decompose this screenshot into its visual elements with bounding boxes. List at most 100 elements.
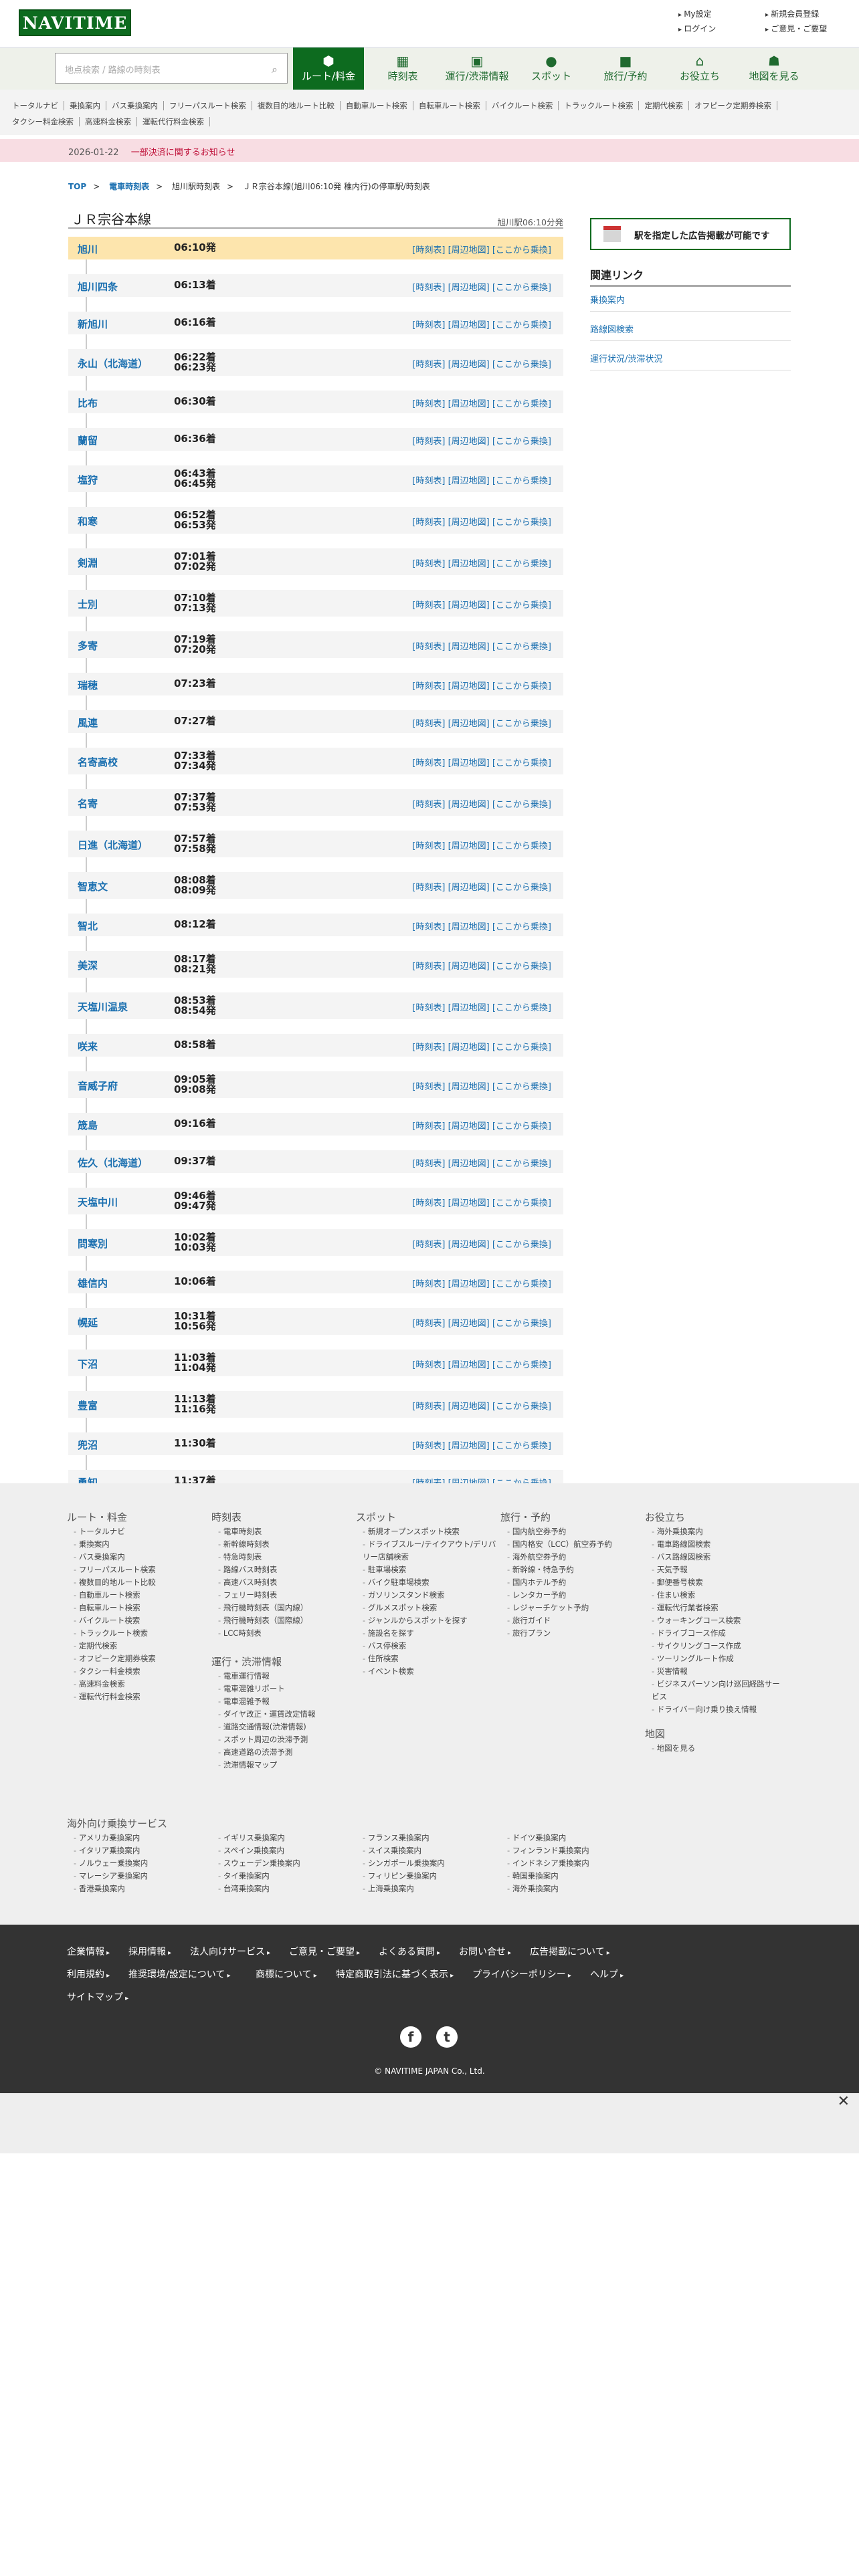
related-link-operation[interactable]: 運行状況/渋滞状況	[590, 352, 791, 370]
footer-link[interactable]: 電車運行情報	[211, 1670, 352, 1683]
footer-link[interactable]: 郵便番号検索	[645, 1576, 785, 1589]
station-name-link[interactable]: 天塩川温泉	[78, 1000, 128, 1014]
station-links[interactable]: [時刻表] [周辺地図] [ここから乗換]	[412, 1156, 551, 1169]
footer-link[interactable]: バイク駐車場検索	[356, 1576, 496, 1589]
footer-nav-link[interactable]: 法人向けサービス	[190, 1945, 270, 1958]
sub-nav-item[interactable]: 高速料金検索	[80, 117, 137, 126]
station-name-link[interactable]: 幌延	[78, 1315, 98, 1329]
footer-link[interactable]: 乗換案内	[67, 1538, 207, 1551]
footer-link[interactable]: ジャンルからスポットを探す	[356, 1614, 496, 1627]
footer-nav-link[interactable]: 特定商取引法に基づく表示	[336, 1967, 454, 1981]
station-name-link[interactable]: 士別	[78, 597, 98, 611]
footer-overseas-link[interactable]: 韓国乗換案内	[507, 1870, 559, 1881]
station-name-link[interactable]: 兜沼	[78, 1438, 98, 1452]
footer-link[interactable]: 施設名を探す	[356, 1627, 496, 1640]
footer-link[interactable]: 新規オープンスポット検索	[356, 1525, 496, 1538]
footer-overseas-link[interactable]: シンガポール乗換案内	[363, 1858, 445, 1868]
footer-overseas-link[interactable]: イギリス乗換案内	[218, 1832, 285, 1843]
footer-overseas-link[interactable]: フィリピン乗換案内	[363, 1870, 437, 1881]
footer-link[interactable]: 災害情報	[645, 1665, 785, 1678]
footer-nav-link[interactable]: よくある質問	[379, 1945, 440, 1958]
sub-nav-item[interactable]: 複数目的地ルート比較	[252, 101, 341, 110]
footer-nav-link[interactable]: 広告掲載について	[530, 1945, 610, 1958]
footer-link[interactable]: ビジネスパーソン向け巡回経路サービス	[645, 1678, 785, 1703]
footer-nav-link[interactable]: プライバシーポリシー	[472, 1967, 571, 1981]
station-name-link[interactable]: 咲来	[78, 1039, 98, 1053]
nav-operation-info[interactable]: ▣ 運行/渋滞情報	[442, 47, 512, 90]
footer-link[interactable]: 国内航空券予約	[500, 1525, 641, 1538]
station-links[interactable]: [時刻表] [周辺地図] [ここから乗換]	[412, 473, 551, 486]
footer-overseas-link[interactable]: 香港乗換案内	[74, 1883, 125, 1894]
footer-link[interactable]: バス停検索	[356, 1640, 496, 1652]
station-name-link[interactable]: 新旭川	[78, 317, 108, 331]
station-name-link[interactable]: 名寄高校	[78, 755, 118, 769]
station-links[interactable]: [時刻表] [周辺地図] [ここから乗換]	[412, 280, 551, 293]
station-name-link[interactable]: 比布	[78, 396, 98, 410]
my-settings-link[interactable]: My設定	[678, 8, 711, 19]
footer-link[interactable]: 特急時刻表	[211, 1551, 352, 1564]
station-links[interactable]: [時刻表] [周辺地図] [ここから乗換]	[412, 1079, 551, 1092]
nav-spot[interactable]: ● スポット	[516, 47, 587, 90]
station-links[interactable]: [時刻表] [周辺地図] [ここから乗換]	[412, 1358, 551, 1370]
footer-link[interactable]: グルメスポット検索	[356, 1602, 496, 1614]
footer-link[interactable]: 運転代行料金検索	[67, 1691, 207, 1703]
footer-link[interactable]: 飛行機時刻表（国際線）	[211, 1614, 352, 1627]
footer-link[interactable]: 地図を見る	[645, 1742, 785, 1755]
footer-link[interactable]: ドライバー向け乗り換え情報	[645, 1703, 785, 1716]
footer-link[interactable]: 高速料金検索	[67, 1678, 207, 1691]
station-links[interactable]: [時刻表] [周辺地図] [ここから乗換]	[412, 797, 551, 810]
sub-nav-item[interactable]: フリーパスルート検索	[164, 101, 252, 110]
sub-nav-item[interactable]: 自転車ルート検索	[413, 101, 486, 110]
breadcrumb-timetable[interactable]: 電車時刻表	[109, 182, 149, 191]
footer-link[interactable]: 飛行機時刻表（国内線）	[211, 1602, 352, 1614]
close-icon[interactable]: ✕	[838, 2093, 850, 2110]
footer-link[interactable]: 自転車ルート検索	[67, 1602, 207, 1614]
footer-link[interactable]: 旅行プラン	[500, 1627, 641, 1640]
station-name-link[interactable]: 蘭留	[78, 433, 98, 447]
sub-nav-item[interactable]: バイクルート検索	[486, 101, 559, 110]
station-links[interactable]: [時刻表] [周辺地図] [ここから乗換]	[412, 639, 551, 652]
feedback-link[interactable]: ご意見・ご要望	[765, 23, 827, 34]
sub-nav-item[interactable]: トータルナビ	[12, 101, 64, 110]
station-name-link[interactable]: 美深	[78, 958, 98, 972]
footer-link[interactable]: LCC時刻表	[211, 1627, 352, 1640]
footer-link[interactable]: バイクルート検索	[67, 1614, 207, 1627]
footer-link[interactable]: 高速バス時刻表	[211, 1576, 352, 1589]
station-name-link[interactable]: 佐久（北海道）	[78, 1156, 148, 1170]
sub-nav-item[interactable]: オフピーク定期券検索	[688, 101, 777, 110]
breadcrumb-station[interactable]: 旭川駅時刻表	[172, 182, 220, 191]
footer-link[interactable]: トータルナビ	[67, 1525, 207, 1538]
footer-nav-link[interactable]: 採用情報	[128, 1945, 171, 1958]
footer-link[interactable]: 電車時刻表	[211, 1525, 352, 1538]
station-links[interactable]: [時刻表] [周辺地図] [ここから乗換]	[412, 880, 551, 893]
footer-link[interactable]: 新幹線時刻表	[211, 1538, 352, 1551]
footer-nav-link[interactable]: 利用規約	[67, 1967, 110, 1981]
related-link-transfer[interactable]: 乗換案内	[590, 293, 791, 312]
station-name-link[interactable]: 永山（北海道）	[78, 356, 148, 370]
footer-nav-link[interactable]: 商標について	[256, 1967, 317, 1981]
login-link[interactable]: ログイン	[678, 23, 716, 34]
footer-link[interactable]: イベント検索	[356, 1665, 496, 1678]
station-links[interactable]: [時刻表] [周辺地図] [ここから乗換]	[412, 318, 551, 330]
footer-link[interactable]: 電車混雑予報	[211, 1695, 352, 1708]
station-name-link[interactable]: 天塩中川	[78, 1195, 118, 1209]
station-links[interactable]: [時刻表] [周辺地図] [ここから乗換]	[412, 1399, 551, 1412]
footer-overseas-link[interactable]: ドイツ乗換案内	[507, 1832, 567, 1843]
footer-overseas-link[interactable]: アメリカ乗換案内	[74, 1832, 140, 1843]
footer-link[interactable]: オフピーク定期券検索	[67, 1652, 207, 1665]
station-links[interactable]: [時刻表] [周辺地図] [ここから乗換]	[412, 920, 551, 932]
station-name-link[interactable]: 和寒	[78, 514, 98, 528]
footer-link[interactable]: 住所検索	[356, 1652, 496, 1665]
footer-link[interactable]: 渋滞情報マップ	[211, 1759, 352, 1772]
station-links[interactable]: [時刻表] [周辺地図] [ここから乗換]	[412, 1277, 551, 1289]
footer-nav-link[interactable]: ヘルプ	[590, 1967, 624, 1981]
related-link-route-map[interactable]: 路線図検索	[590, 322, 791, 341]
station-name-link[interactable]: 剣淵	[78, 556, 98, 570]
station-name-link[interactable]: 名寄	[78, 796, 98, 811]
footer-nav-link[interactable]: 推奨環境/設定について	[128, 1967, 231, 1981]
footer-link[interactable]: 旅行ガイド	[500, 1614, 641, 1627]
footer-link[interactable]: サイクリングコース作成	[645, 1640, 785, 1652]
footer-link[interactable]: ガソリンスタンド検索	[356, 1589, 496, 1602]
station-links[interactable]: [時刻表] [周辺地図] [ここから乗換]	[412, 1316, 551, 1329]
nav-timetable[interactable]: ▦ 時刻表	[367, 47, 438, 90]
